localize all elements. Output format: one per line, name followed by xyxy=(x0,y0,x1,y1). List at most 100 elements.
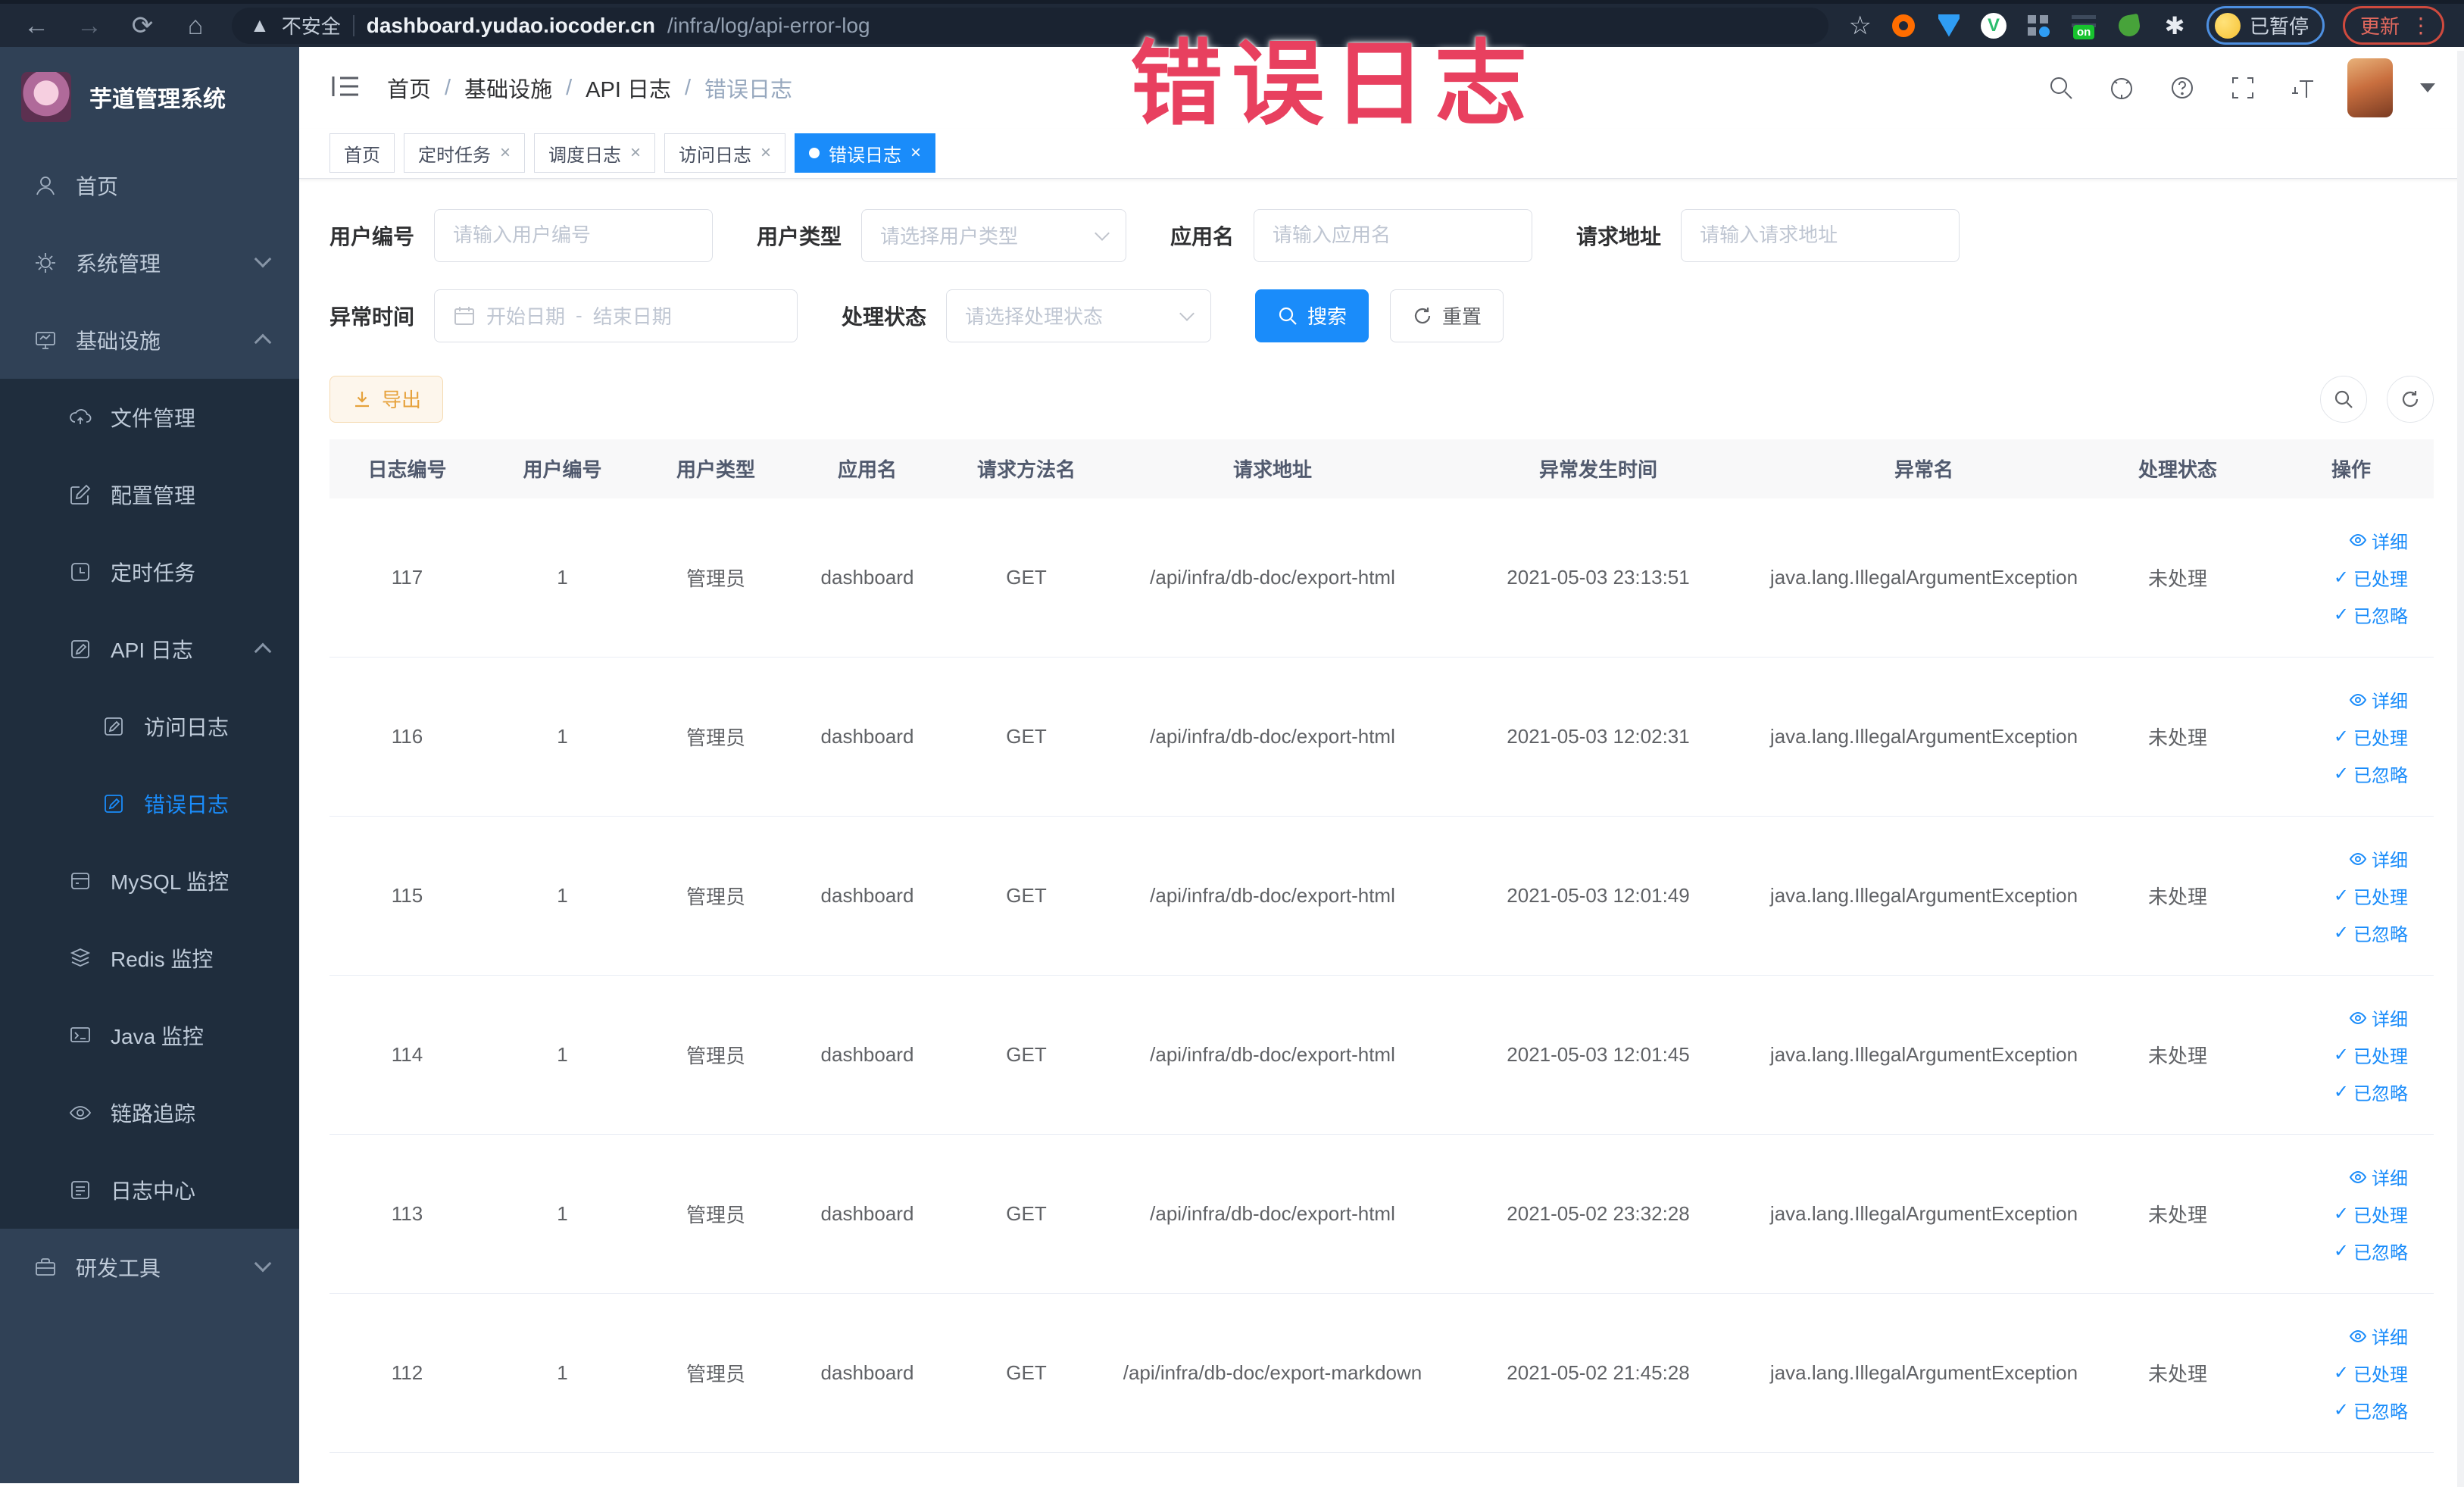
header-search-icon[interactable] xyxy=(2044,71,2078,105)
mark-ignored-link[interactable]: ✓ 已忽略 xyxy=(2334,920,2408,946)
doc-edit-icon xyxy=(67,636,94,663)
col-method: 请求方法名 xyxy=(943,439,1110,498)
extensions-puzzle-icon[interactable]: ✱ xyxy=(2161,12,2188,39)
browser-home-icon[interactable]: ⌂ xyxy=(179,9,212,42)
extension-leaf-icon[interactable] xyxy=(2116,12,2143,39)
breadcrumb-home[interactable]: 首页 xyxy=(387,72,431,104)
sidebar-collapse-icon[interactable] xyxy=(329,70,361,106)
app-logo-row[interactable]: 芋道管理系统 xyxy=(0,47,299,147)
profile-paused-badge[interactable]: 已暂停 xyxy=(2206,6,2325,45)
toggle-search-button[interactable] xyxy=(2320,375,2367,423)
mark-processed-link[interactable]: ✓ 已处理 xyxy=(2334,723,2408,750)
table-row: 117 1 管理员 dashboard GET /api/infra/db-do… xyxy=(329,498,2434,658)
exception-time-range-picker[interactable]: 开始日期 - 结束日期 xyxy=(434,289,798,342)
mark-ignored-link[interactable]: ✓ 已忽略 xyxy=(2334,1238,2408,1264)
sidebar-item-trace[interactable]: 链路追踪 xyxy=(0,1074,299,1151)
export-button[interactable]: 导出 xyxy=(329,375,444,423)
log-doc-icon xyxy=(67,1176,94,1204)
table-row: 113 1 管理员 dashboard GET /api/infra/db-do… xyxy=(329,1134,2434,1294)
sidebar-item-config-management[interactable]: 配置管理 xyxy=(0,456,299,533)
sidebar-item-system-management[interactable]: 系统管理 xyxy=(0,224,299,301)
tab-home[interactable]: 首页 xyxy=(329,133,395,173)
check-icon: ✓ xyxy=(2333,604,2349,625)
extension-orange-icon[interactable] xyxy=(1890,12,1917,39)
detail-link[interactable]: 详细 xyxy=(2349,1323,2408,1349)
user-type-select[interactable]: 请选择用户类型 xyxy=(861,208,1127,262)
browser-update-button[interactable]: 更新 ⋮ xyxy=(2342,6,2444,45)
github-icon[interactable] xyxy=(2105,71,2138,105)
bookmark-star-icon[interactable]: ☆ xyxy=(1848,11,1871,41)
mark-ignored-link[interactable]: ✓ 已忽略 xyxy=(2334,601,2408,628)
user-avatar[interactable] xyxy=(2347,58,2393,118)
mark-processed-link[interactable]: ✓ 已处理 xyxy=(2334,1201,2408,1227)
app-name-field[interactable] xyxy=(1254,208,1533,262)
sidebar-item-access-log[interactable]: 访问日志 xyxy=(0,688,299,765)
detail-link[interactable]: 详细 xyxy=(2349,1164,2408,1190)
tab-scheduled-tasks[interactable]: 定时任务 × xyxy=(404,133,526,173)
sidebar-item-log-center[interactable]: 日志中心 xyxy=(0,1151,299,1229)
detail-link[interactable]: 详细 xyxy=(2349,1004,2408,1031)
not-secure-warning-icon: ▲ xyxy=(250,14,270,36)
check-icon: ✓ xyxy=(2333,1082,2349,1102)
tab-access-log[interactable]: 访问日志 × xyxy=(664,133,786,173)
close-icon[interactable]: × xyxy=(630,142,641,164)
tab-error-log[interactable]: 错误日志 × xyxy=(795,133,936,173)
mark-processed-link[interactable]: ✓ 已处理 xyxy=(2334,1360,2408,1386)
reset-button[interactable]: 重置 xyxy=(1390,289,1504,342)
refresh-button[interactable] xyxy=(2387,375,2434,423)
detail-link[interactable]: 详细 xyxy=(2349,527,2408,554)
browser-menu-icon[interactable]: ⋮ xyxy=(2410,13,2431,38)
sidebar-item-redis-monitor[interactable]: Redis 监控 xyxy=(0,920,299,997)
sidebar-item-file-management[interactable]: 文件管理 xyxy=(0,379,299,456)
tab-schedule-log[interactable]: 调度日志 × xyxy=(534,133,656,173)
help-icon[interactable] xyxy=(2166,71,2199,105)
sidebar: 芋道管理系统 首页 系统管理 基础设施 文件管理 配置管理 定时任务 API 日… xyxy=(0,47,299,1483)
browser-forward-icon[interactable]: → xyxy=(73,9,106,42)
mark-ignored-link[interactable]: ✓ 已忽略 xyxy=(2334,1397,2408,1423)
mark-ignored-link[interactable]: ✓ 已忽略 xyxy=(2334,1079,2408,1105)
mark-processed-link[interactable]: ✓ 已处理 xyxy=(2334,564,2408,591)
breadcrumb-api-log[interactable]: API 日志 xyxy=(586,72,671,104)
detail-link[interactable]: 详细 xyxy=(2349,686,2408,713)
close-icon[interactable]: × xyxy=(760,142,771,164)
sidebar-item-java-monitor[interactable]: Java 监控 xyxy=(0,997,299,1074)
check-icon: ✓ xyxy=(2333,1045,2349,1065)
check-icon: ✓ xyxy=(2333,567,2349,588)
search-button[interactable]: 搜索 xyxy=(1255,289,1369,342)
mark-processed-link[interactable]: ✓ 已处理 xyxy=(2334,1042,2408,1068)
url-path: /infra/log/api-error-log xyxy=(667,13,870,37)
font-size-icon[interactable] xyxy=(2287,71,2320,105)
extension-shield-icon[interactable] xyxy=(1935,12,1963,39)
chevron-down-icon xyxy=(1095,225,1110,241)
user-id-field[interactable] xyxy=(434,208,714,262)
avatar-dropdown-caret-icon[interactable] xyxy=(2420,83,2435,93)
home-icon xyxy=(32,172,59,199)
sidebar-item-mysql-monitor[interactable]: MySQL 监控 xyxy=(0,842,299,920)
extension-on-switch-icon[interactable]: on xyxy=(2070,12,2097,39)
close-icon[interactable]: × xyxy=(500,142,511,164)
browser-scrollbar[interactable] xyxy=(2457,51,2464,1487)
process-status-select[interactable]: 请选择处理状态 xyxy=(946,289,1212,342)
browser-back-icon[interactable]: ← xyxy=(20,9,53,42)
extension-green-v-icon[interactable]: V xyxy=(1980,12,2006,39)
mark-processed-link[interactable]: ✓ 已处理 xyxy=(2334,883,2408,909)
breadcrumb-infrastructure[interactable]: 基础设施 xyxy=(464,72,552,104)
search-icon xyxy=(1279,307,1297,325)
sidebar-item-scheduled-tasks[interactable]: 定时任务 xyxy=(0,533,299,611)
browser-reload-icon[interactable]: ⟳ xyxy=(126,9,159,42)
check-icon: ✓ xyxy=(2333,1241,2349,1261)
mark-ignored-link[interactable]: ✓ 已忽略 xyxy=(2334,761,2408,787)
eye-icon xyxy=(67,1099,94,1126)
sidebar-item-api-log[interactable]: API 日志 xyxy=(0,611,299,688)
extension-grid-icon[interactable] xyxy=(2025,12,2052,39)
address-bar[interactable]: ▲ 不安全 dashboard.yudao.iocoder.cn /infra/… xyxy=(232,7,1829,44)
sidebar-item-home[interactable]: 首页 xyxy=(0,147,299,224)
sidebar-item-infrastructure[interactable]: 基础设施 xyxy=(0,301,299,379)
sidebar-item-error-log[interactable]: 错误日志 xyxy=(0,765,299,842)
close-icon[interactable]: × xyxy=(910,142,921,164)
fullscreen-icon[interactable] xyxy=(2226,71,2259,105)
detail-link[interactable]: 详细 xyxy=(2349,845,2408,872)
sidebar-item-dev-tools[interactable]: 研发工具 xyxy=(0,1229,299,1306)
monitor-icon xyxy=(32,326,59,354)
request-url-field[interactable] xyxy=(1681,208,1960,262)
